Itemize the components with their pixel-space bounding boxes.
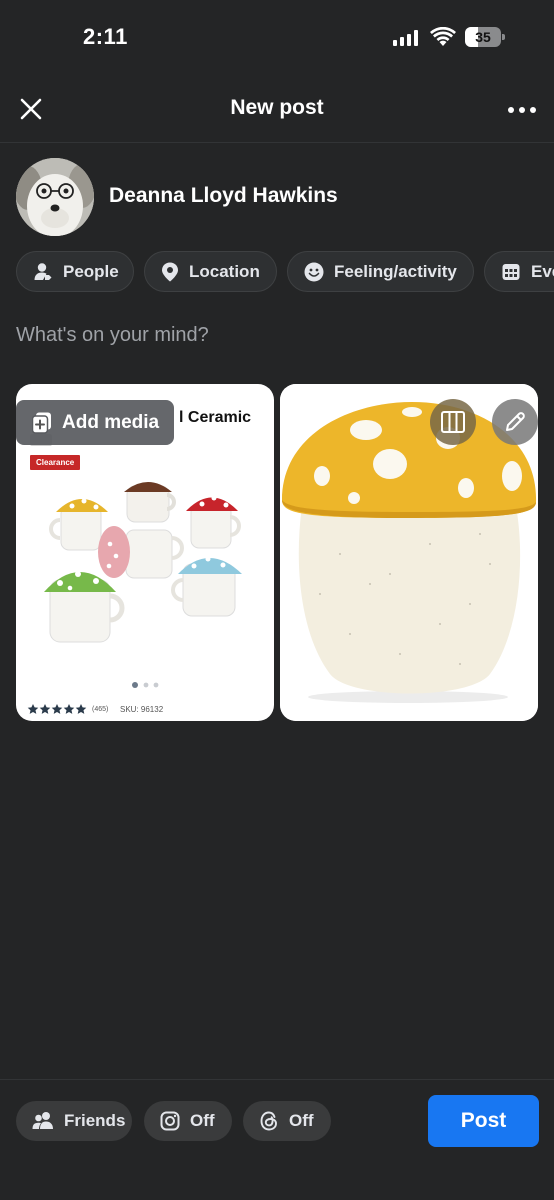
- rating-count: (465): [92, 706, 109, 713]
- author-name: Deanna Lloyd Hawkins: [109, 184, 338, 207]
- instagram-icon: [160, 1111, 180, 1131]
- bottom-bar: Friends Off Off Post: [0, 1079, 554, 1200]
- location-chip-label: Location: [189, 261, 260, 281]
- events-chip-label: Events: [531, 261, 554, 281]
- add-media-button[interactable]: Add media: [16, 400, 174, 445]
- post-text-input[interactable]: What's on your mind?: [16, 324, 536, 347]
- pencil-icon: [506, 412, 525, 431]
- status-bar: 2:11 35: [0, 0, 554, 76]
- instagram-share-label: Off: [190, 1111, 215, 1130]
- post-button[interactable]: Post: [428, 1095, 539, 1147]
- friends-icon: [32, 1112, 53, 1129]
- audience-label: Friends: [64, 1111, 126, 1130]
- location-chip[interactable]: Location: [144, 251, 277, 292]
- audience-button[interactable]: Friends: [16, 1101, 132, 1141]
- location-pin-icon: [162, 262, 178, 281]
- calendar-icon: [502, 263, 520, 280]
- people-chip-label: People: [63, 261, 119, 281]
- battery-percentage: 35: [475, 29, 491, 45]
- page-title: New post: [230, 96, 324, 119]
- layout-button[interactable]: [430, 399, 476, 445]
- feeling-activity-chip[interactable]: Feeling/activity: [287, 251, 474, 292]
- edit-media-button[interactable]: [492, 399, 538, 445]
- instagram-share-toggle[interactable]: Off: [144, 1101, 232, 1141]
- header-bar: New post: [0, 76, 554, 143]
- post-options-row: People Location Feeling/activity Events: [16, 251, 554, 292]
- status-time: 2:11: [83, 24, 128, 49]
- grid-layout-icon: [441, 411, 465, 433]
- smiley-icon: [304, 262, 324, 281]
- more-options-button[interactable]: [508, 98, 536, 122]
- wifi-icon: [430, 27, 456, 46]
- avatar[interactable]: [16, 158, 94, 236]
- events-chip[interactable]: Events: [484, 251, 554, 292]
- feeling-activity-chip-label: Feeling/activity: [334, 261, 457, 281]
- person-tag-icon: [34, 262, 52, 280]
- threads-share-toggle[interactable]: Off: [243, 1101, 331, 1141]
- add-photo-icon: [32, 412, 51, 434]
- threads-share-label: Off: [289, 1111, 314, 1130]
- battery-icon: 35: [465, 27, 505, 47]
- add-media-label: Add media: [62, 411, 160, 433]
- product-sku: SKU: 96132: [120, 705, 164, 714]
- people-chip[interactable]: People: [16, 251, 134, 292]
- threads-icon: [260, 1111, 277, 1131]
- cellular-signal-icon: [393, 30, 418, 46]
- dog-avatar-image: [16, 158, 94, 236]
- more-dots-icon: [508, 107, 514, 113]
